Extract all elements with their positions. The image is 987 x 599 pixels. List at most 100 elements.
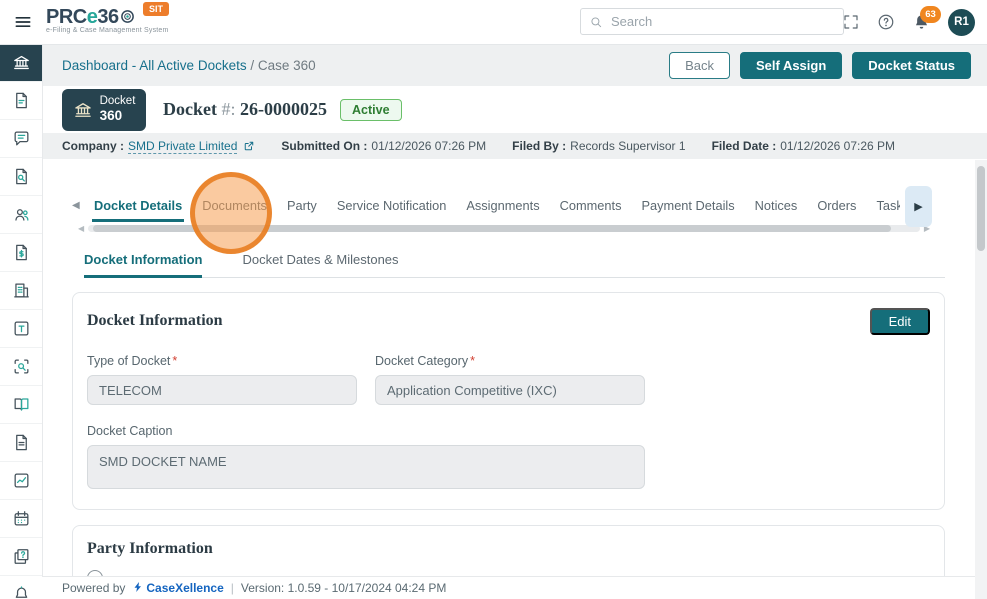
sidebar-item-calendar[interactable] bbox=[0, 500, 42, 538]
logo-target-icon bbox=[120, 7, 135, 23]
docket-360-badge: Docket 360 bbox=[62, 88, 146, 131]
tabs-scrollbar-thumb[interactable] bbox=[93, 225, 891, 232]
docket-badge-bottom: 360 bbox=[99, 108, 123, 124]
hamburger-menu-icon[interactable] bbox=[10, 11, 36, 33]
bank-icon bbox=[73, 100, 93, 120]
meta-label: Submitted On : bbox=[281, 139, 368, 153]
page-vertical-scrollbar[interactable] bbox=[975, 160, 987, 599]
topbar: PRC e 36 e-Filing & Case Management System… bbox=[0, 0, 987, 45]
search-icon bbox=[589, 15, 603, 29]
type-of-docket-label: Type of Docket * bbox=[87, 354, 178, 368]
tab-docket-details[interactable]: Docket Details bbox=[84, 189, 192, 222]
sidebar-item-bank[interactable] bbox=[0, 44, 42, 82]
casexellence-brand[interactable]: CaseXellence bbox=[132, 581, 224, 596]
sidebar-item-users[interactable] bbox=[0, 196, 42, 234]
scrollbar-left-arrow-icon[interactable]: ◀ bbox=[78, 224, 88, 233]
building-icon bbox=[12, 281, 31, 300]
subtab-docket-dates-milestones[interactable]: Docket Dates & Milestones bbox=[242, 246, 398, 277]
breadcrumb-bar: Dashboard - All Active Dockets / Case 36… bbox=[42, 44, 987, 86]
sidebar-item-building[interactable] bbox=[0, 272, 42, 310]
tabs-scroll-right-button[interactable]: ▶ bbox=[905, 186, 932, 227]
sidebar bbox=[0, 44, 43, 599]
main-content: ◀ Docket Details Documents Party Service No… bbox=[42, 159, 987, 577]
file-icon bbox=[12, 433, 31, 452]
tab-party[interactable]: Party bbox=[277, 189, 327, 222]
self-assign-button[interactable]: Self Assign bbox=[739, 51, 843, 79]
fullscreen-icon[interactable] bbox=[842, 13, 860, 31]
subtab-docket-information[interactable]: Docket Information bbox=[84, 246, 203, 278]
sidebar-item-book[interactable] bbox=[0, 386, 42, 424]
notification-count-badge: 63 bbox=[920, 5, 941, 23]
docket-badge-top: Docket bbox=[99, 94, 136, 107]
company-link[interactable]: SMD Private Limited bbox=[128, 139, 238, 154]
docket-category-label: Docket Category * bbox=[375, 354, 475, 368]
file-search-icon bbox=[12, 167, 31, 186]
docket-category-field: Docket Category * Application Competitive… bbox=[375, 354, 645, 405]
docket-status-button[interactable]: Docket Status bbox=[852, 51, 971, 79]
tab-orders[interactable]: Orders bbox=[807, 189, 866, 222]
meta-value: 01/12/2026 07:26 PM bbox=[780, 139, 896, 153]
avatar[interactable]: R1 bbox=[948, 8, 975, 36]
docket-information-card: Docket Information Edit Type of Docket * … bbox=[72, 292, 945, 510]
sidebar-item-invoice[interactable] bbox=[0, 234, 42, 272]
notifications-bell-icon[interactable]: 63 bbox=[912, 5, 941, 32]
tab-documents[interactable]: Documents bbox=[192, 189, 277, 222]
sidebar-item-file-text[interactable] bbox=[0, 82, 42, 120]
tab-comments[interactable]: Comments bbox=[550, 189, 632, 222]
tab-notices[interactable]: Notices bbox=[745, 189, 808, 222]
file-text-icon bbox=[12, 91, 31, 110]
meta-item: Submitted On :01/12/2026 07:26 PM bbox=[281, 139, 486, 153]
casexellence-logo-icon bbox=[132, 581, 144, 596]
tabs-horizontal-scrollbar[interactable] bbox=[88, 225, 920, 232]
tabs: Docket Details Documents Party Service Noti… bbox=[84, 189, 900, 222]
tab-service-notification[interactable]: Service Notification bbox=[327, 189, 457, 222]
sidebar-item-file-search[interactable] bbox=[0, 158, 42, 196]
meta-label: Company : bbox=[62, 139, 125, 153]
footer: Powered by CaseXellence | Version: 1.0.5… bbox=[42, 576, 987, 599]
docket-header: Docket 360 Docket #: 26-0000025 Active bbox=[42, 86, 987, 133]
external-link-icon[interactable] bbox=[243, 140, 255, 152]
meta-label: Filed Date : bbox=[711, 139, 777, 153]
powered-by-label: Powered by bbox=[62, 581, 126, 595]
subtabs: Docket Information Docket Dates & Milesto… bbox=[84, 246, 945, 278]
meta-item: Filed By : Records Supervisor 1 bbox=[512, 139, 685, 153]
vertical-scrollbar-thumb[interactable] bbox=[977, 166, 985, 251]
app-window: PRC e 36 e-Filing & Case Management System… bbox=[0, 0, 987, 599]
sidebar-item-chat[interactable] bbox=[0, 120, 42, 158]
card-title: Docket Information bbox=[87, 312, 223, 329]
docket-caption-label: Docket Caption bbox=[87, 424, 173, 438]
tabs-scrollbar-row: ◀ ▶ bbox=[78, 224, 987, 233]
logo-tagline: e-Filing & Case Management System bbox=[46, 27, 169, 34]
sidebar-item-bell-outline[interactable] bbox=[0, 576, 42, 599]
required-marker: * bbox=[172, 354, 178, 368]
help-pages-icon bbox=[12, 547, 31, 566]
sidebar-item-help-pages[interactable] bbox=[0, 538, 42, 576]
environment-badge: SIT bbox=[143, 2, 170, 16]
tabs-scroll-left-icon[interactable]: ◀ bbox=[72, 200, 84, 211]
search-input[interactable] bbox=[609, 13, 843, 30]
sidebar-item-chart[interactable] bbox=[0, 462, 42, 500]
sidebar-item-file[interactable] bbox=[0, 424, 42, 462]
tab-tasks[interactable]: Tasks bbox=[866, 189, 900, 222]
version-label: Version: 1.0.59 - 10/17/2024 04:24 PM bbox=[240, 581, 447, 595]
card-title: Party Information bbox=[87, 540, 213, 557]
type-of-docket-value: TELECOM bbox=[87, 375, 357, 405]
docket-category-value: Application Competitive (IXC) bbox=[375, 375, 645, 405]
chart-icon bbox=[12, 471, 31, 490]
meta-value: Records Supervisor 1 bbox=[570, 139, 686, 153]
breadcrumb-current: Case 360 bbox=[257, 57, 316, 73]
global-search bbox=[580, 8, 844, 35]
edit-button[interactable]: Edit bbox=[869, 307, 930, 335]
tab-assignments[interactable]: Assignments bbox=[456, 189, 549, 222]
breadcrumb-link[interactable]: Dashboard - All Active Dockets bbox=[62, 58, 247, 73]
sidebar-item-text-box[interactable] bbox=[0, 310, 42, 348]
tab-payment-details[interactable]: Payment Details bbox=[631, 189, 744, 222]
required-marker: * bbox=[470, 354, 475, 368]
party-information-card: Party Information bbox=[72, 525, 945, 577]
sidebar-item-scan-search[interactable] bbox=[0, 348, 42, 386]
help-icon[interactable] bbox=[877, 13, 895, 31]
bell-outline-icon bbox=[12, 585, 31, 599]
back-button[interactable]: Back bbox=[669, 51, 730, 79]
scan-search-icon bbox=[12, 357, 31, 376]
meta-item: Filed Date :01/12/2026 07:26 PM bbox=[712, 139, 895, 153]
